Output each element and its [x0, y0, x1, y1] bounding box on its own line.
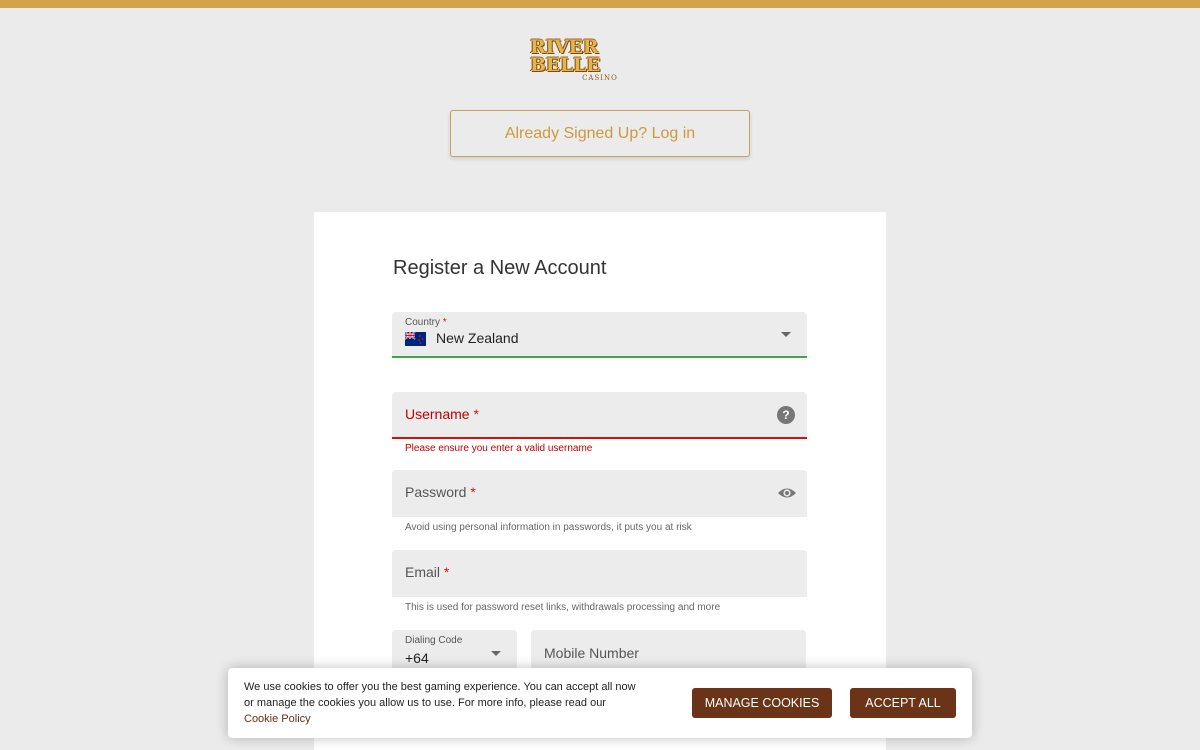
- accept-all-button[interactable]: ACCEPT ALL: [850, 688, 956, 718]
- login-button[interactable]: Already Signed Up? Log in: [450, 110, 750, 157]
- email-label: Email *: [405, 564, 450, 580]
- help-icon[interactable]: ?: [777, 406, 795, 424]
- email-field[interactable]: Email *: [392, 550, 807, 597]
- dialing-code-value: +64: [405, 650, 429, 666]
- river-belle-logo[interactable]: RIVER BELLE CASINO: [530, 36, 670, 83]
- password-label: Password *: [405, 484, 476, 500]
- cookie-policy-link[interactable]: Cookie Policy: [244, 711, 644, 727]
- username-field[interactable]: Username * ?: [392, 392, 807, 439]
- password-field[interactable]: Password *: [392, 470, 807, 517]
- chevron-down-icon[interactable]: [491, 651, 501, 656]
- country-select[interactable]: Country * New Zealand: [392, 312, 807, 358]
- email-hint: This is used for password reset links, w…: [405, 602, 721, 613]
- username-label: Username *: [405, 406, 479, 422]
- eye-icon[interactable]: [777, 485, 797, 501]
- cookie-message: We use cookies to offer you the best gam…: [244, 681, 636, 709]
- country-label: Country *: [405, 317, 447, 328]
- form-title: Register a New Account: [393, 257, 607, 279]
- logo-subtext: CASINO: [582, 74, 618, 82]
- top-accent-bar: [0, 0, 1200, 8]
- username-error: Please ensure you enter a valid username: [405, 443, 593, 454]
- password-hint: Avoid using personal information in pass…: [405, 522, 692, 533]
- cookie-text: We use cookies to offer you the best gam…: [244, 679, 644, 727]
- country-value: New Zealand: [436, 330, 519, 346]
- logo-text: RIVER BELLE: [530, 36, 601, 76]
- manage-cookies-button[interactable]: MANAGE COOKIES: [692, 688, 832, 718]
- dialing-code-label: Dialing Code: [405, 635, 463, 646]
- cookie-banner: We use cookies to offer you the best gam…: [228, 668, 972, 738]
- chevron-down-icon[interactable]: [781, 332, 791, 337]
- mobile-number-label: Mobile Number: [544, 645, 639, 661]
- new-zealand-flag-icon: [405, 332, 426, 346]
